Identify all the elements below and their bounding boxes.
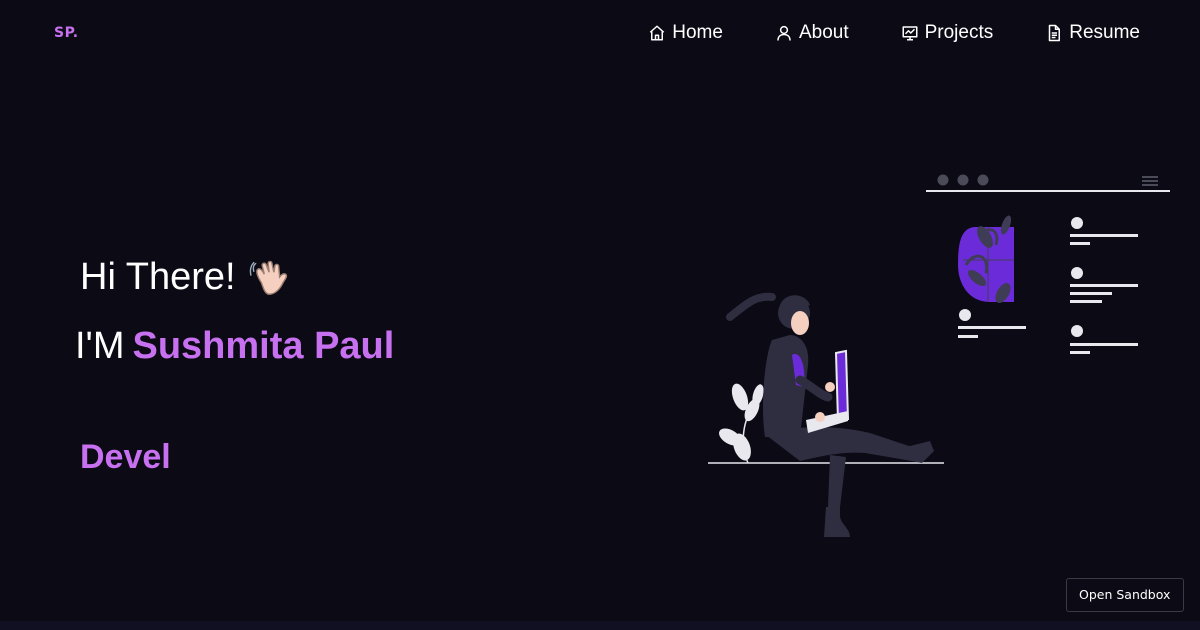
presentation-chart-icon: [901, 24, 919, 42]
hero-intro: I'M Sushmita Paul: [75, 325, 394, 368]
hero-greeting: Hi There!: [80, 254, 294, 300]
developer-illustration: [708, 174, 1170, 537]
hero-name: Sushmita Paul: [132, 325, 395, 367]
hero-illustration: [700, 165, 1180, 545]
intro-prefix: I'M: [75, 325, 125, 367]
user-icon: [775, 24, 793, 42]
nav-list: Home About Projects Resume: [596, 20, 1140, 46]
document-icon: [1045, 24, 1063, 42]
waving-hand-icon: [248, 254, 294, 300]
person-graphic: [726, 292, 934, 537]
home-icon: [648, 24, 666, 42]
nav-label-resume: Resume: [1069, 22, 1140, 43]
logo[interactable]: SP.: [54, 25, 79, 41]
open-sandbox-button[interactable]: Open Sandbox: [1066, 578, 1184, 612]
nav-label-about: About: [798, 22, 849, 43]
plant-graphic: [719, 383, 764, 464]
bottom-bar: [0, 621, 1200, 630]
nav-item-projects[interactable]: Projects: [901, 20, 994, 46]
browser-window-graphic: [926, 174, 1170, 354]
greeting-text: Hi There!: [80, 255, 236, 298]
typewriter-text: Devel: [80, 438, 171, 476]
nav-item-home[interactable]: Home: [648, 20, 723, 46]
nav-item-resume[interactable]: Resume: [1045, 20, 1140, 46]
nav-label-home: Home: [672, 22, 723, 43]
nav-label-projects: Projects: [924, 22, 994, 43]
navbar: SP. Home About Projects Resume: [0, 0, 1200, 66]
nav-item-about[interactable]: About: [775, 20, 849, 46]
